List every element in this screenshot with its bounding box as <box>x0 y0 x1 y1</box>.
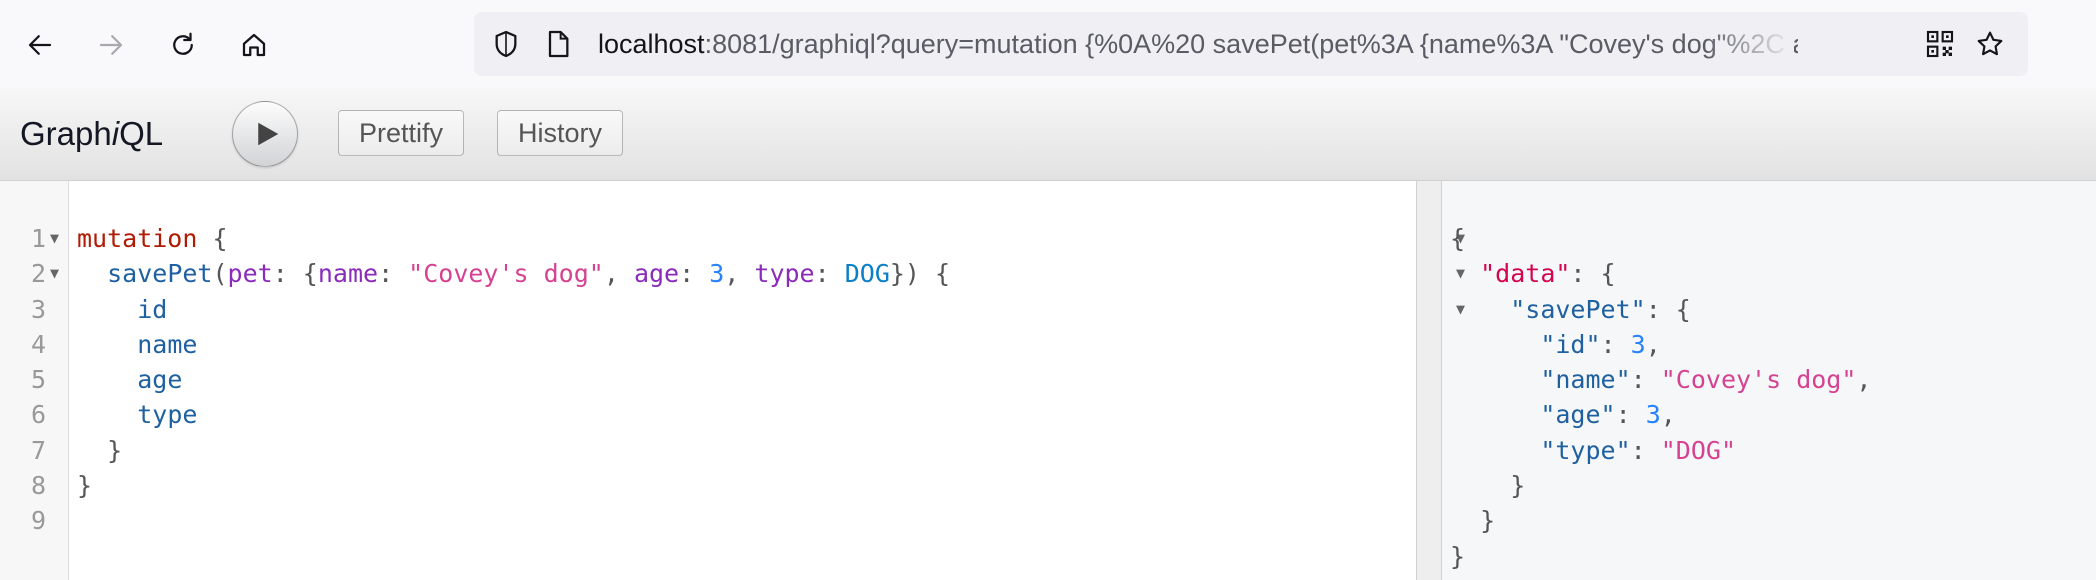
selection-field: type <box>137 400 198 430</box>
title-suffix: QL <box>119 115 164 152</box>
line-number: 4 <box>30 329 46 359</box>
arg-name: pet <box>227 259 273 289</box>
back-button[interactable] <box>17 22 63 68</box>
page-icon[interactable] <box>542 28 574 60</box>
execute-query-button[interactable] <box>232 101 298 167</box>
fold-toggle-icon[interactable]: ▼ <box>50 221 59 256</box>
arg-enum: DOG <box>844 259 890 289</box>
reload-button[interactable] <box>160 22 206 68</box>
result-viewer: ▼ ▼ ▼ { "data": { "savePet": { "id": 3, … <box>1442 181 2096 580</box>
url-host: localhost <box>598 29 705 59</box>
arrow-left-icon <box>28 35 52 55</box>
arg-key: type <box>754 259 815 289</box>
json-key: "data" <box>1480 259 1571 289</box>
arg-number: 3 <box>709 259 725 289</box>
history-button[interactable]: History <box>497 110 624 156</box>
forward-button[interactable] <box>88 22 134 68</box>
code-line: age <box>77 362 950 397</box>
home-button[interactable] <box>231 22 277 68</box>
query-code[interactable]: mutation { savePet(pet: {name: "Covey's … <box>77 221 950 539</box>
url-path: :8081/graphiql?query=mutation {%0A%20 sa… <box>704 29 1798 59</box>
graphiql-topbar: GraphiQL Prettify History <box>0 88 2096 181</box>
mutation-keyword: mutation <box>77 224 198 253</box>
query-editor[interactable]: 1 ▼ 2 ▼ 3 4 5 6 7 8 9 mutation { savePet(p… <box>0 181 1416 580</box>
address-bar[interactable]: localhost:8081/graphiql?query=mutation {… <box>474 12 2028 76</box>
code-line: mutation { <box>77 221 950 256</box>
json-number: 3 <box>1645 400 1661 430</box>
result-json: { "data": { "savePet": { "id": 3, "name"… <box>1450 224 1872 571</box>
selection-field: name <box>137 329 198 359</box>
arrow-right-icon <box>99 35 123 55</box>
reload-icon <box>173 32 193 55</box>
home-icon <box>242 33 266 57</box>
json-key: "name" <box>1540 365 1631 395</box>
code-line: } <box>77 471 93 501</box>
line-number: 8 <box>30 471 46 501</box>
code-line: type <box>77 397 950 432</box>
line-number: 2 <box>30 259 46 289</box>
qr-code-icon[interactable] <box>1924 28 1956 60</box>
json-string: "Covey's dog" <box>1660 365 1857 395</box>
pane-resize-handle[interactable] <box>1416 181 1442 580</box>
field-name: savePet <box>107 259 213 289</box>
code-line: savePet(pet: {name: "Covey's dog", age: … <box>107 259 951 289</box>
shield-icon[interactable] <box>490 28 522 60</box>
json-key: "savePet" <box>1510 294 1646 324</box>
line-number-gutter: 1 ▼ 2 ▼ 3 4 5 6 7 8 9 <box>0 181 69 580</box>
code-line: id <box>77 292 950 327</box>
line-number: 1 <box>30 224 46 253</box>
code-line: name <box>77 327 950 362</box>
fold-toggle-icon[interactable]: ▼ <box>50 256 59 291</box>
json-string: "DOG" <box>1660 435 1736 465</box>
code-line: } <box>77 435 123 465</box>
url-text[interactable]: localhost:8081/graphiql?query=mutation {… <box>598 12 1798 76</box>
browser-toolbar: localhost:8081/graphiql?query=mutation {… <box>0 0 2096 89</box>
json-key: "type" <box>1540 435 1631 465</box>
line-number: 7 <box>30 435 46 465</box>
arg-key: name <box>317 259 379 289</box>
line-number: 9 <box>30 506 46 536</box>
play-icon <box>258 122 279 146</box>
arg-key: age <box>633 259 680 289</box>
title-italic: i <box>111 115 120 152</box>
prettify-button[interactable]: Prettify <box>338 110 465 156</box>
punct: { <box>197 224 228 253</box>
selection-field: age <box>137 365 183 395</box>
line-number: 5 <box>30 365 46 395</box>
title-prefix: Graph <box>20 115 112 152</box>
url-fade <box>1704 20 1794 68</box>
line-number: 6 <box>30 400 46 430</box>
json-number: 3 <box>1630 329 1646 359</box>
json-key: "age" <box>1540 400 1616 430</box>
line-number: 3 <box>30 294 46 324</box>
selection-field: id <box>137 294 168 324</box>
arg-string: "Covey's dog" <box>408 259 604 289</box>
star-icon[interactable] <box>1974 28 2006 60</box>
graphiql-title: GraphiQL <box>20 88 163 180</box>
json-key: "id" <box>1540 329 1601 359</box>
